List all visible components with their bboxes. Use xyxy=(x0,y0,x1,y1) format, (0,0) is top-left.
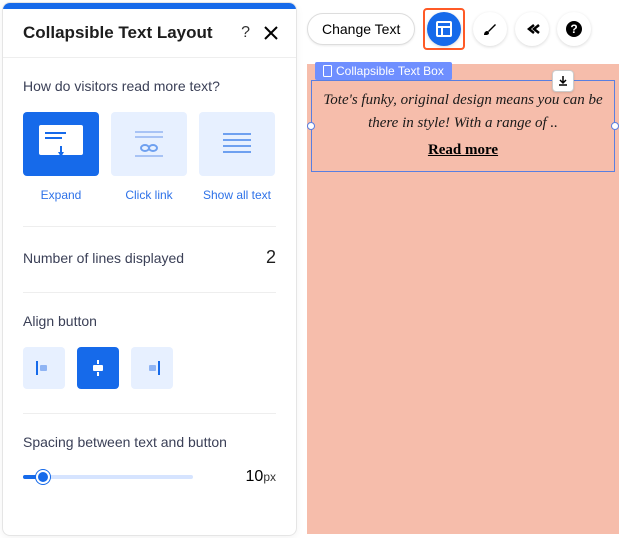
canvas-area: Change Text ? Collapsible Text Box Tote xyxy=(299,0,630,538)
spacing-value-wrap: 10px xyxy=(246,468,276,486)
read-mode-options xyxy=(23,112,276,176)
animation-icon xyxy=(523,20,541,38)
canvas[interactable]: Collapsible Text Box Tote's funky, origi… xyxy=(307,64,619,534)
read-mode-label: How do visitors read more text? xyxy=(23,78,276,94)
change-text-button[interactable]: Change Text xyxy=(307,13,415,45)
spacing-label: Spacing between text and button xyxy=(23,434,276,450)
element-badge-label: Collapsible Text Box xyxy=(336,64,444,78)
divider xyxy=(23,413,276,414)
layout-button-highlight xyxy=(423,8,465,50)
help-toolbar-button[interactable]: ? xyxy=(557,12,591,46)
option-expand[interactable] xyxy=(23,112,99,176)
divider xyxy=(23,292,276,293)
align-center-icon xyxy=(88,358,108,378)
align-right-icon xyxy=(142,358,162,378)
download-icon xyxy=(557,75,569,87)
divider xyxy=(23,226,276,227)
spacing-unit: px xyxy=(263,470,276,484)
selected-element[interactable]: Tote's funky, original design means you … xyxy=(311,80,615,172)
element-badge: Collapsible Text Box xyxy=(315,62,452,80)
lines-value[interactable]: 2 xyxy=(266,247,276,268)
close-button[interactable] xyxy=(264,26,278,40)
resize-handle-right[interactable] xyxy=(611,122,619,130)
align-right-button[interactable] xyxy=(131,347,173,389)
panel-header: Collapsible Text Layout ? xyxy=(3,9,296,58)
spacing-value: 10 xyxy=(246,468,264,485)
align-left-icon xyxy=(34,358,54,378)
slider-thumb[interactable] xyxy=(36,470,50,484)
panel-body: How do visitors read more text? xyxy=(3,58,296,496)
read-mode-option-labels: Expand Click link Show all text xyxy=(23,188,276,202)
option-click-link[interactable] xyxy=(111,112,187,176)
option-show-all-label: Show all text xyxy=(199,188,275,202)
panel-title: Collapsible Text Layout xyxy=(23,23,213,43)
settings-panel: Collapsible Text Layout ? How do visitor… xyxy=(2,2,297,536)
lines-row: Number of lines displayed 2 xyxy=(23,247,276,268)
option-show-all[interactable] xyxy=(199,112,275,176)
align-buttons xyxy=(23,347,276,389)
spacing-slider[interactable] xyxy=(23,469,193,485)
help-button[interactable]: ? xyxy=(241,24,250,42)
show-all-icon xyxy=(214,124,260,164)
mobile-icon xyxy=(323,65,332,77)
align-left-button[interactable] xyxy=(23,347,65,389)
option-expand-label: Expand xyxy=(23,188,99,202)
expand-icon xyxy=(38,124,84,164)
lines-label: Number of lines displayed xyxy=(23,250,184,266)
animation-button[interactable] xyxy=(515,12,549,46)
resize-handle-left[interactable] xyxy=(307,122,315,130)
option-click-link-label: Click link xyxy=(111,188,187,202)
link-icon xyxy=(126,124,172,164)
close-icon xyxy=(264,26,278,40)
svg-text:?: ? xyxy=(571,22,578,36)
download-handle[interactable] xyxy=(552,70,574,92)
question-icon: ? xyxy=(565,20,583,38)
read-more-link[interactable]: Read more xyxy=(322,142,604,159)
collapsible-text-content[interactable]: Tote's funky, original design means you … xyxy=(322,89,604,134)
spacing-row: 10px xyxy=(23,468,276,486)
align-label: Align button xyxy=(23,313,276,329)
brush-icon xyxy=(481,20,499,38)
layout-button[interactable] xyxy=(427,12,461,46)
layout-icon xyxy=(435,20,453,38)
design-button[interactable] xyxy=(473,12,507,46)
element-toolbar: Change Text ? xyxy=(307,8,630,50)
align-center-button[interactable] xyxy=(77,347,119,389)
